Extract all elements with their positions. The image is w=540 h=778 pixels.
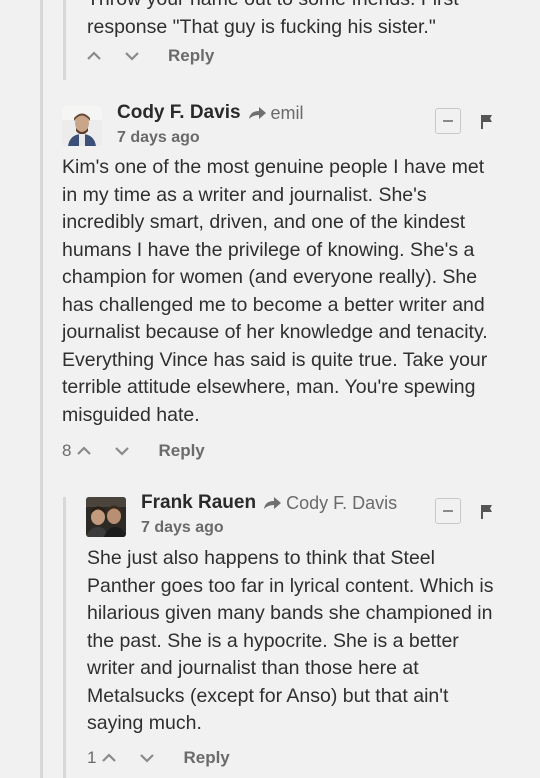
comment-body-line: Throw your name out to some friends. Fir… xyxy=(87,0,527,14)
vote-count: 8 xyxy=(62,441,72,460)
parent-author[interactable]: Cody F. Davis xyxy=(286,493,397,514)
author-name[interactable]: Frank Rauen xyxy=(141,492,256,514)
flag-icon[interactable] xyxy=(480,504,494,520)
comment-cody: Cody F. Davis emil 7 days ago Kim's one … xyxy=(0,96,540,476)
chevron-up-icon[interactable] xyxy=(75,442,93,460)
comment-actions: Reply xyxy=(85,44,214,68)
share-arrow-icon xyxy=(247,105,267,121)
comment-frank: Frank Rauen Cody F. Davis 7 days ago She… xyxy=(0,486,540,778)
chevron-up-icon[interactable] xyxy=(100,749,118,767)
timestamp[interactable]: 7 days ago xyxy=(117,129,200,147)
author-row: Frank Rauen Cody F. Davis xyxy=(141,492,397,514)
comment-actions: 1 Reply xyxy=(87,746,230,770)
author-row: Cody F. Davis emil xyxy=(117,102,304,124)
avatar[interactable] xyxy=(86,497,126,537)
comment-body: She just also happens to think that Stee… xyxy=(87,547,494,734)
minus-icon xyxy=(443,510,453,512)
comment-previous: Throw your name out to some friends. Fir… xyxy=(0,0,540,80)
parent-author[interactable]: emil xyxy=(271,103,304,124)
chevron-down-icon[interactable] xyxy=(123,47,141,65)
comment-body-line: response "That guy is fucking his sister… xyxy=(87,15,436,38)
comment-body: Throw your name out to some friends. Fir… xyxy=(87,0,527,41)
chevron-down-icon[interactable] xyxy=(138,749,156,767)
reply-button[interactable]: Reply xyxy=(168,46,214,66)
reply-button[interactable]: Reply xyxy=(158,441,204,461)
comment-actions: 8 Reply xyxy=(62,439,205,463)
minus-icon xyxy=(443,120,453,122)
collapse-button[interactable] xyxy=(435,108,461,134)
timestamp[interactable]: 7 days ago xyxy=(141,519,224,537)
chevron-up-icon[interactable] xyxy=(85,47,103,65)
share-arrow-icon xyxy=(262,495,282,511)
vote-count: 1 xyxy=(87,748,97,767)
comment-body: Kim's one of the most genuine people I h… xyxy=(62,156,488,426)
flag-icon[interactable] xyxy=(480,114,494,130)
avatar[interactable] xyxy=(62,106,102,146)
reply-button[interactable]: Reply xyxy=(183,748,229,768)
chevron-down-icon[interactable] xyxy=(113,442,131,460)
collapse-button[interactable] xyxy=(435,498,461,524)
author-name[interactable]: Cody F. Davis xyxy=(117,102,241,124)
